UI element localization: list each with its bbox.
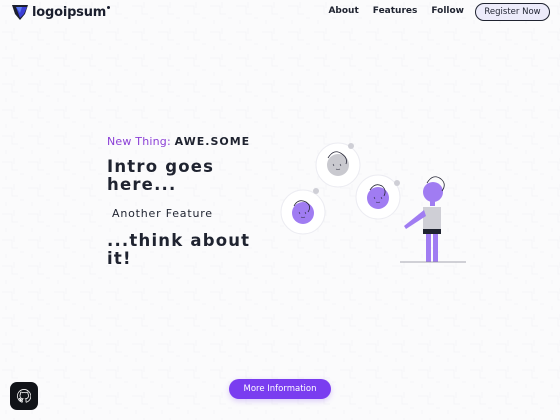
logo-text: logoipsum [32,4,107,20]
person-figure [400,176,466,263]
hero-illustration [280,142,466,263]
tagline-highlight: AWE.SOME [174,135,251,148]
hero-section: New Thing: AWE.SOME Intro goes here... A… [107,135,267,268]
nav-features[interactable]: Features [373,6,418,16]
main-nav: About Features Follow [328,6,464,16]
site-header: logoipsum About Features Follow Register… [0,0,560,26]
hero-tagline: New Thing: AWE.SOME [107,135,267,148]
more-information-button[interactable]: More Information [229,379,331,399]
logo-dot [107,6,110,9]
nav-follow[interactable]: Follow [431,6,464,16]
github-icon [17,389,31,403]
shield-logo-icon [12,5,28,20]
hero-feature: Another Feature [112,207,213,220]
hero-headline: Intro goes here... [107,157,215,194]
hero-subheadline: ...think about it! [107,231,251,268]
github-button[interactable] [10,382,38,410]
logo[interactable]: logoipsum [11,3,110,21]
register-button[interactable]: Register Now [475,3,550,21]
tagline-prefix: New Thing: [107,135,171,148]
nav-about[interactable]: About [328,6,358,16]
